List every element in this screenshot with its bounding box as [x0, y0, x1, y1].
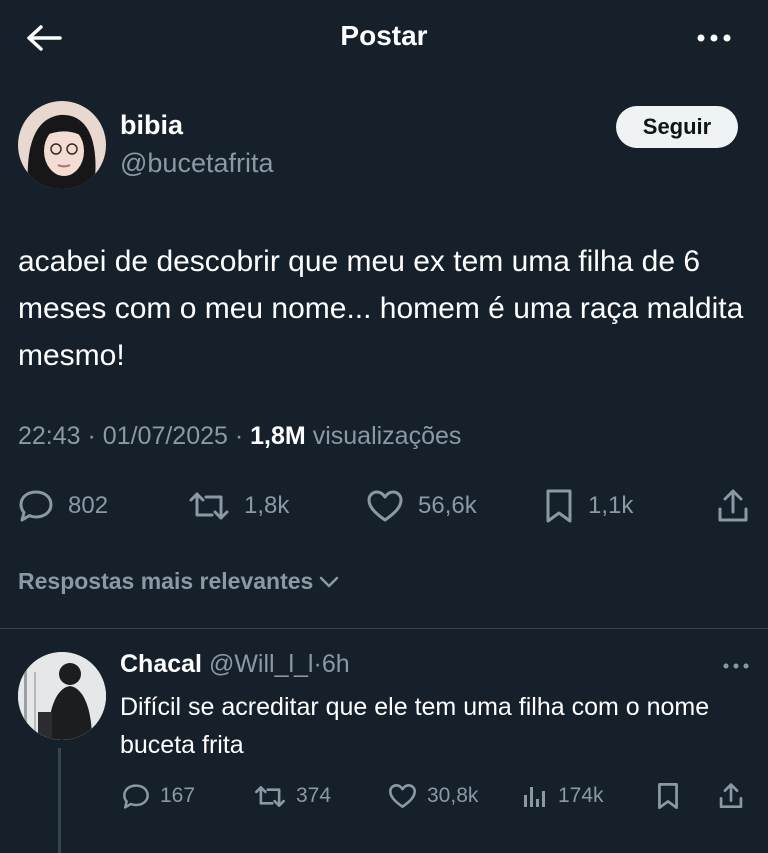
reply-share-button[interactable]: [718, 774, 744, 818]
follow-button[interactable]: Seguir: [616, 106, 738, 148]
bookmark-icon: [658, 782, 678, 810]
reply-reply-button[interactable]: 167: [122, 774, 195, 818]
top-bar: Postar: [0, 0, 768, 76]
author-avatar[interactable]: [18, 101, 106, 189]
speech-bubble-icon: [123, 783, 149, 809]
reply-repost-count: 374: [296, 784, 332, 807]
views-label: visualizações: [312, 422, 462, 450]
bookmark-count: 1,1k: [588, 492, 634, 519]
bar-chart-icon: [524, 787, 545, 807]
speech-bubble-icon: [19, 490, 53, 522]
tweet-actions: 802 1,8k 56,6k 1,1k: [0, 480, 768, 532]
reply-author-handle[interactable]: @Will_l_l: [209, 650, 314, 678]
reply-button[interactable]: 802: [18, 480, 108, 532]
reply-views-count: 174k: [558, 784, 604, 807]
reply-bookmark-button[interactable]: [656, 774, 680, 818]
section-divider: [0, 628, 768, 629]
reply-actions: 167 374 30,8k 174k: [0, 774, 768, 818]
repost-icon: [189, 492, 229, 520]
tweet-time[interactable]: 22:43: [18, 422, 81, 450]
reply-avatar[interactable]: [18, 652, 106, 740]
repost-count: 1,8k: [244, 492, 290, 519]
avatar-image: [18, 652, 106, 740]
heart-icon: [367, 490, 403, 522]
ellipsis-icon: [723, 663, 749, 669]
replies-sort-label: Respostas mais relevantes: [18, 568, 314, 594]
reply-text: Difícil se acreditar que ele tem uma fil…: [120, 693, 710, 759]
reply-author-name[interactable]: Chacal: [120, 650, 202, 678]
bookmark-button[interactable]: 1,1k: [544, 480, 633, 532]
page-title: Postar: [340, 20, 428, 51]
reply-header: Chacal @Will_l_l·6h: [120, 650, 350, 679]
repost-icon: [254, 785, 286, 807]
author-name[interactable]: bibia: [120, 110, 183, 141]
meta-separator: ·: [234, 422, 244, 450]
reply-time[interactable]: 6h: [322, 650, 350, 678]
reply-separator: ·: [313, 650, 322, 678]
reply-more-button[interactable]: [718, 654, 754, 678]
reply-count: 802: [68, 492, 109, 519]
tweet-text: acabei de descobrir que meu ex tem uma f…: [18, 245, 744, 372]
author-handle[interactable]: @bucetafrita: [120, 148, 273, 179]
like-button[interactable]: 56,6k: [366, 480, 477, 532]
replies-sort-toggle[interactable]: Respostas mais relevantes: [18, 568, 339, 595]
share-icon: [719, 783, 743, 809]
avatar-image: [18, 101, 106, 189]
views-count[interactable]: 1,8M: [250, 422, 306, 450]
ellipsis-icon: [697, 34, 731, 42]
tweet-meta: 22:43 · 01/07/2025 · 1,8M visualizações: [18, 422, 461, 451]
share-icon: [718, 489, 748, 522]
share-button[interactable]: [716, 480, 750, 532]
reply-like-button[interactable]: 30,8k: [388, 774, 478, 818]
reply-repost-button[interactable]: 374: [254, 774, 331, 818]
heart-icon: [388, 784, 417, 808]
more-options-button[interactable]: [694, 22, 734, 54]
reply-like-count: 30,8k: [427, 784, 479, 807]
chevron-down-icon: [320, 576, 339, 587]
reply-views-button[interactable]: 174k: [522, 774, 604, 818]
like-count: 56,6k: [418, 492, 477, 519]
meta-separator: ·: [87, 422, 96, 450]
reply-reply-count: 167: [160, 784, 196, 807]
bookmark-icon: [546, 489, 572, 523]
tweet-date[interactable]: 01/07/2025: [103, 422, 228, 450]
repost-button[interactable]: 1,8k: [188, 480, 289, 532]
